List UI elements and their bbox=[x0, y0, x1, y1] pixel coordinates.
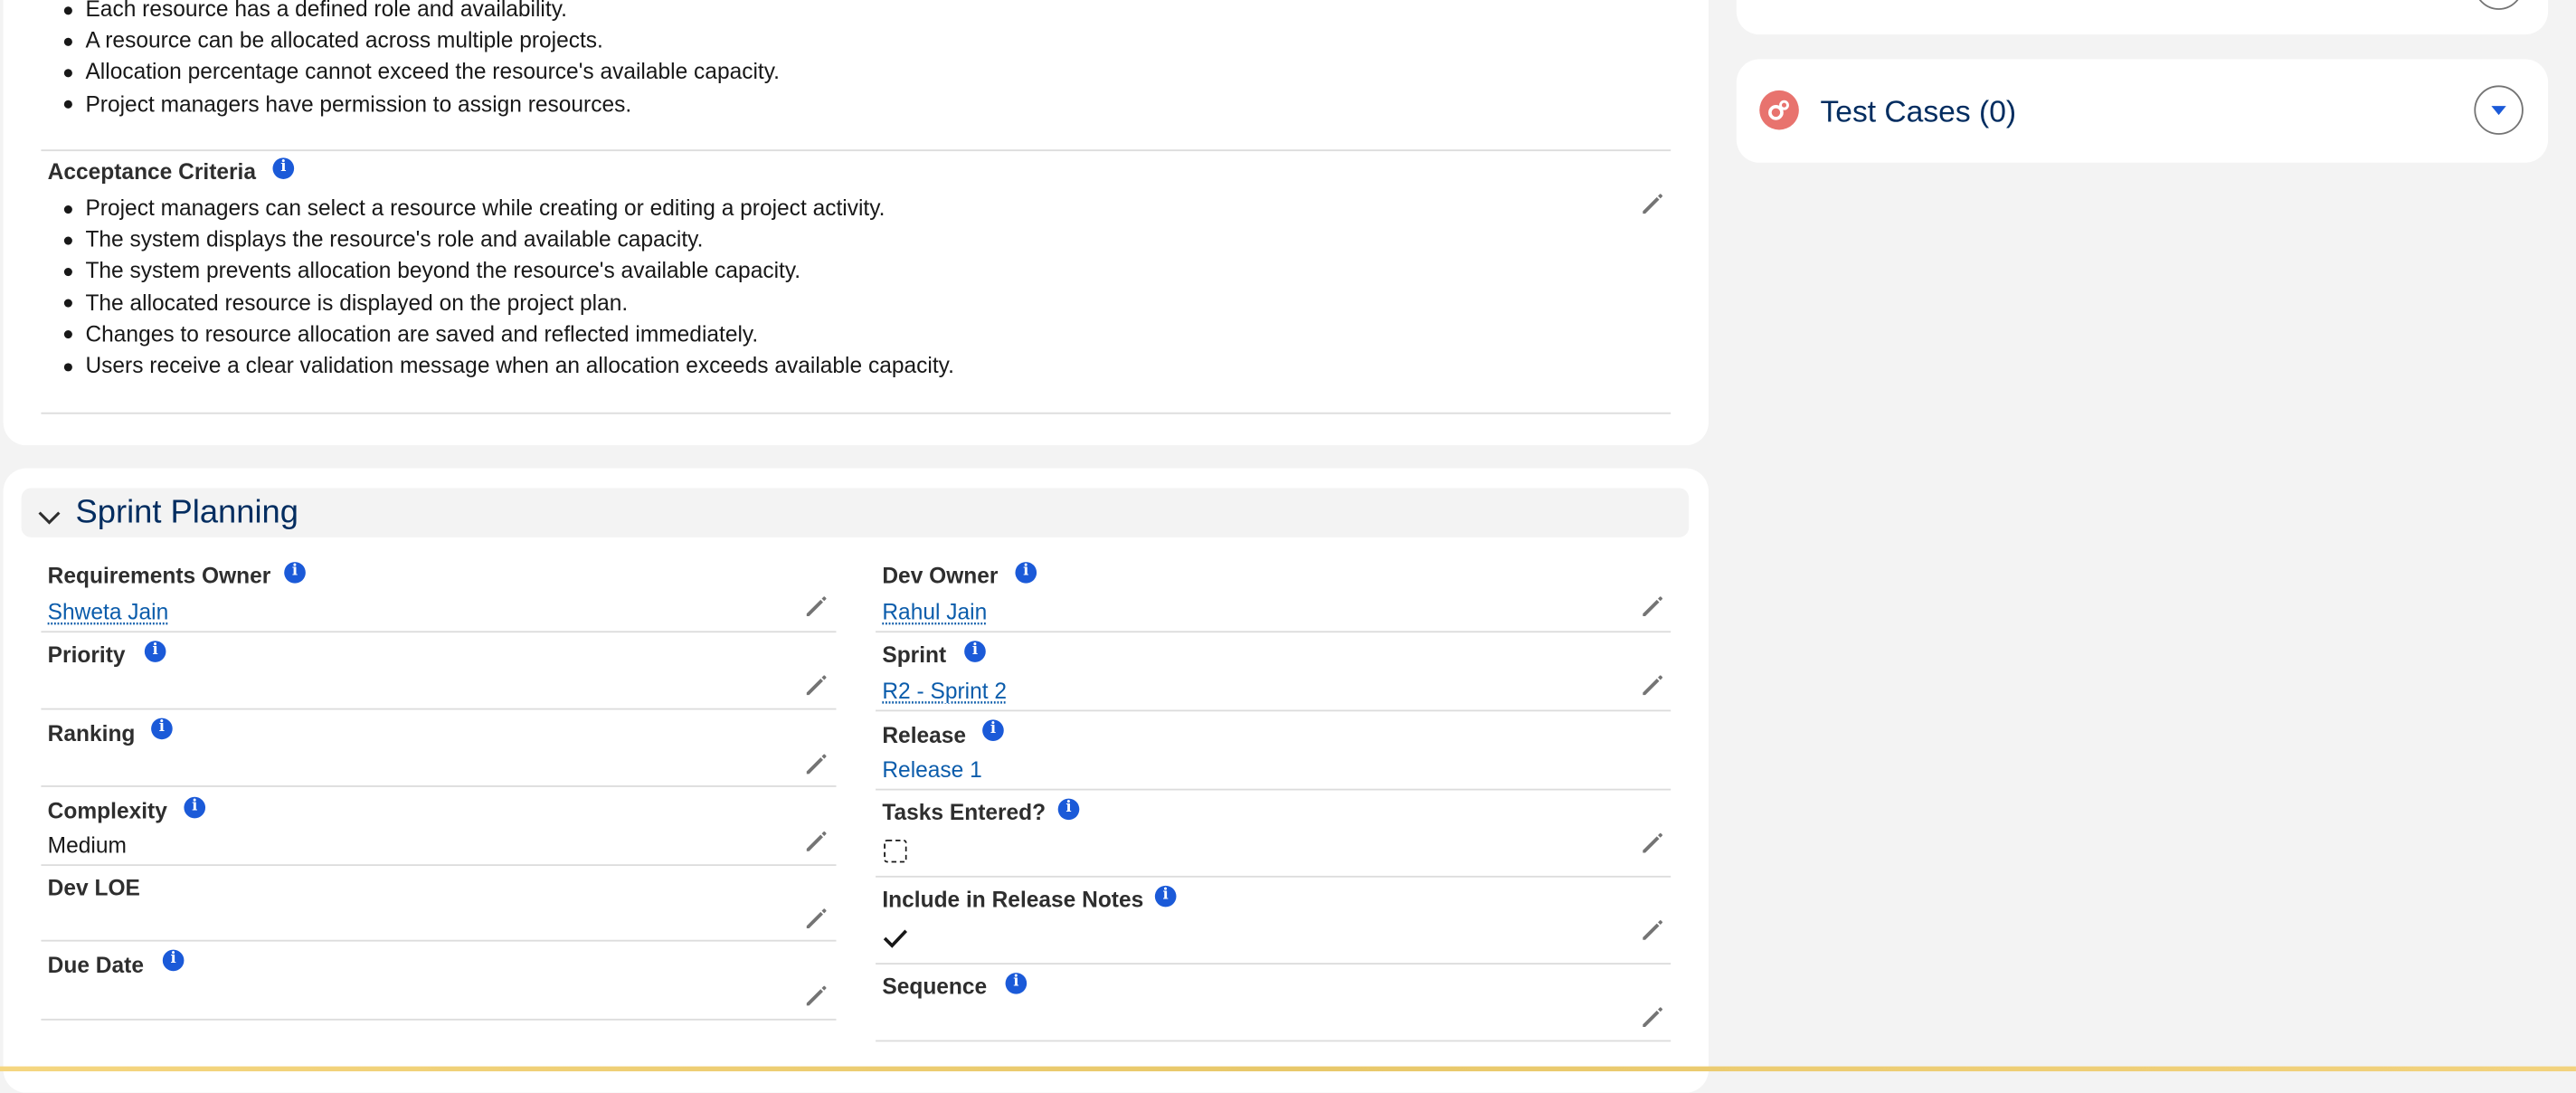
info-icon[interactable]: i bbox=[162, 949, 185, 972]
test-cases-title[interactable]: Test Cases (0) bbox=[1820, 94, 2016, 130]
divider bbox=[876, 963, 1672, 965]
acceptance-criteria-list: Project managers can select a resource w… bbox=[0, 192, 954, 381]
info-icon[interactable]: i bbox=[284, 562, 306, 584]
field-label-tasks-entered: Tasks Entered? bbox=[882, 800, 1046, 825]
tasks-entered-checkbox[interactable] bbox=[884, 839, 907, 863]
pencil-icon[interactable] bbox=[803, 906, 829, 932]
info-icon[interactable]: i bbox=[151, 718, 173, 740]
divider bbox=[41, 939, 837, 942]
pencil-icon[interactable] bbox=[1640, 830, 1666, 856]
field-label-priority: Priority bbox=[47, 642, 126, 668]
triangle-down-icon bbox=[2491, 106, 2506, 116]
info-icon[interactable]: i bbox=[1154, 885, 1177, 908]
pencil-icon[interactable] bbox=[803, 751, 829, 777]
field-label-release: Release bbox=[882, 723, 967, 748]
checkmark-icon[interactable] bbox=[882, 927, 908, 949]
list-item: The allocated resource is displayed on t… bbox=[63, 287, 953, 318]
acceptance-criteria-label: Acceptance Criteria bbox=[47, 159, 257, 185]
bottom-edge-strip bbox=[0, 1066, 2576, 1072]
info-icon[interactable]: i bbox=[982, 719, 1004, 742]
divider bbox=[876, 631, 1672, 633]
list-item: Allocation percentage cannot exceed the … bbox=[63, 56, 780, 88]
field-label-requirements-owner: Requirements Owner bbox=[47, 563, 271, 589]
sprint-planning-card bbox=[3, 468, 1709, 1093]
list-item: Changes to resource allocation are saved… bbox=[63, 318, 953, 350]
divider bbox=[41, 631, 837, 633]
divider bbox=[41, 708, 837, 710]
test-cases-dropdown-button[interactable] bbox=[2474, 85, 2524, 135]
pencil-icon[interactable] bbox=[1640, 594, 1666, 620]
field-label-include-in-release-notes: Include in Release Notes bbox=[882, 887, 1144, 912]
pencil-icon[interactable] bbox=[1640, 1004, 1666, 1031]
requirements-owner-link[interactable]: Shweta Jain bbox=[48, 600, 169, 624]
gears-icon bbox=[1768, 100, 1789, 120]
complexity-value: Medium bbox=[47, 832, 127, 858]
divider bbox=[876, 1040, 1672, 1042]
release-link[interactable]: Release 1 bbox=[882, 757, 981, 782]
divider bbox=[41, 149, 1672, 152]
dev-owner-link[interactable]: Rahul Jain bbox=[882, 600, 987, 624]
pencil-icon[interactable] bbox=[803, 828, 829, 854]
test-cases-icon bbox=[1759, 90, 1799, 130]
description-list: Each resource has a defined role and ava… bbox=[0, 0, 780, 119]
divider bbox=[41, 785, 837, 787]
section-title: Sprint Planning bbox=[75, 494, 298, 531]
divider bbox=[41, 412, 1672, 414]
divider bbox=[876, 788, 1672, 791]
field-label-dev-loe: Dev LOE bbox=[47, 875, 140, 901]
field-label-ranking: Ranking bbox=[47, 721, 136, 746]
list-item: The system displays the resource's role … bbox=[63, 223, 953, 255]
pencil-icon[interactable] bbox=[1640, 672, 1666, 699]
field-label-due-date: Due Date bbox=[47, 953, 144, 978]
field-label-dev-owner: Dev Owner bbox=[882, 563, 999, 589]
list-item: A resource can be allocated across multi… bbox=[63, 25, 780, 57]
info-icon[interactable]: i bbox=[964, 641, 986, 662]
field-label-complexity: Complexity bbox=[47, 798, 167, 823]
info-icon[interactable]: i bbox=[144, 641, 166, 662]
related-list-card-top bbox=[1736, 0, 2549, 35]
pencil-icon[interactable] bbox=[1640, 917, 1666, 943]
pencil-icon[interactable] bbox=[1640, 191, 1666, 217]
divider bbox=[876, 875, 1672, 878]
info-icon[interactable]: i bbox=[1015, 562, 1037, 584]
list-item: Project managers have permission to assi… bbox=[63, 88, 780, 119]
list-item: Project managers can select a resource w… bbox=[63, 192, 953, 223]
pencil-icon[interactable] bbox=[803, 983, 829, 1009]
info-icon[interactable]: i bbox=[1057, 798, 1080, 821]
info-icon[interactable]: i bbox=[1005, 973, 1028, 994]
divider bbox=[41, 864, 837, 867]
pencil-icon[interactable] bbox=[803, 594, 829, 620]
divider bbox=[876, 709, 1672, 712]
field-label-sprint: Sprint bbox=[882, 642, 947, 668]
sprint-link[interactable]: R2 - Sprint 2 bbox=[882, 679, 1007, 703]
list-item: Each resource has a defined role and ava… bbox=[63, 0, 780, 25]
info-icon[interactable]: i bbox=[272, 157, 295, 179]
field-label-sequence: Sequence bbox=[882, 974, 988, 1000]
divider bbox=[41, 1018, 837, 1021]
pencil-icon[interactable] bbox=[803, 672, 829, 699]
screen: Each resource has a defined role and ava… bbox=[0, 0, 2576, 1093]
chevron-down-icon[interactable] bbox=[36, 506, 62, 528]
list-item: Users receive a clear validation message… bbox=[63, 350, 954, 382]
list-item: The system prevents allocation beyond th… bbox=[63, 255, 953, 287]
info-icon[interactable]: i bbox=[184, 796, 206, 819]
